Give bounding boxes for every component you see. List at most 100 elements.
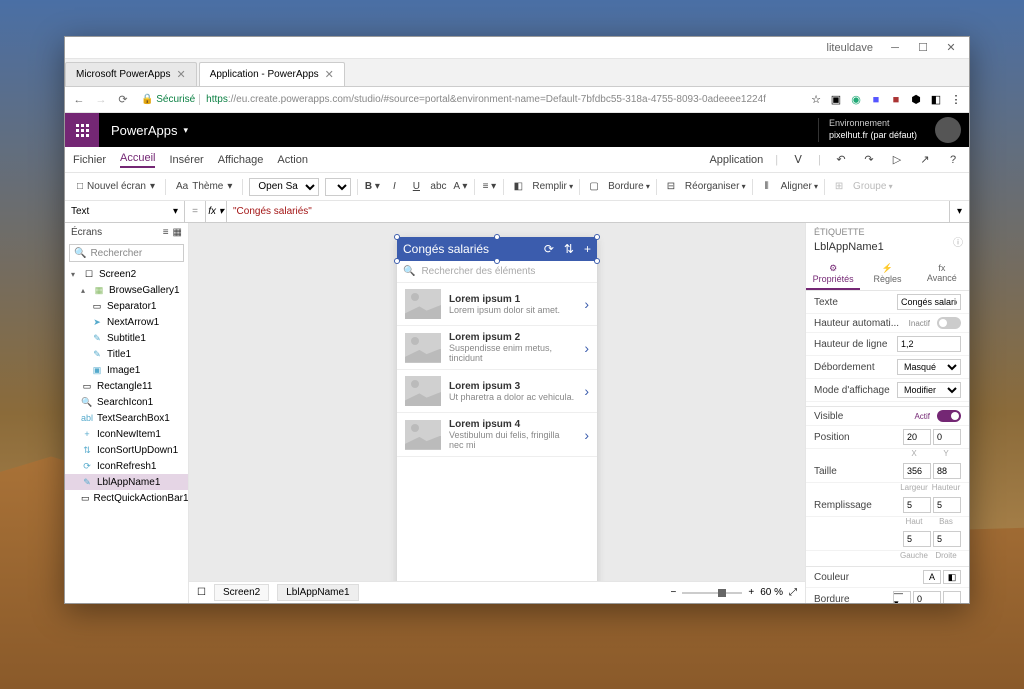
user-avatar[interactable] xyxy=(935,117,961,143)
ext-icon[interactable]: ◉ xyxy=(849,93,863,107)
border-width-input[interactable] xyxy=(913,591,941,603)
fontsize-select[interactable]: 27 xyxy=(325,178,351,196)
tab-properties[interactable]: ⚙Propriétés xyxy=(806,259,860,290)
pad-bottom-input[interactable] xyxy=(933,497,961,513)
tree-item[interactable]: ▭Separator1 xyxy=(65,298,188,314)
menu-icon[interactable]: ⋮ xyxy=(949,93,963,107)
tab-close-icon[interactable]: ✕ xyxy=(176,68,185,81)
fontcolor-swatch[interactable]: A xyxy=(923,570,941,584)
nav-reload-icon[interactable]: ⟳ xyxy=(115,93,131,106)
play-icon[interactable]: ▷ xyxy=(889,152,905,168)
tab-advanced[interactable]: fxAvancé xyxy=(915,259,969,290)
fx-icon[interactable]: fx ▾ xyxy=(205,201,227,222)
menu-insert[interactable]: Insérer xyxy=(169,154,203,166)
zoom-slider[interactable] xyxy=(682,592,742,594)
group-icon[interactable]: ⊞ xyxy=(831,181,847,192)
ext-icon[interactable]: ■ xyxy=(869,93,883,107)
new-screen-button[interactable]: □ Nouvel écran ▾ xyxy=(73,181,159,192)
chevron-right-icon[interactable]: › xyxy=(584,427,589,443)
tree-item[interactable]: ablTextSearchBox1 xyxy=(65,410,188,426)
zoom-out-icon[interactable]: − xyxy=(671,587,677,598)
pad-left-input[interactable] xyxy=(903,531,931,547)
list-item[interactable]: Lorem ipsum 1Lorem ipsum dolor sit amet.… xyxy=(397,283,597,326)
border-button[interactable]: Bordure xyxy=(608,181,650,192)
ext-icon[interactable]: ▣ xyxy=(829,93,843,107)
ext-icon[interactable]: ■ xyxy=(889,93,903,107)
tree-screen[interactable]: ▾☐Screen2 xyxy=(65,266,188,282)
app-launcher-icon[interactable] xyxy=(65,113,99,147)
bold-icon[interactable]: B ▾ xyxy=(364,181,380,192)
sort-icon[interactable]: ⇅ xyxy=(564,242,574,256)
tree-item[interactable]: ⇅IconSortUpDown1 xyxy=(65,442,188,458)
list-item[interactable]: Lorem ipsum 3Ut pharetra a dolor ac vehi… xyxy=(397,370,597,413)
breadcrumb-element[interactable]: LblAppName1 xyxy=(277,584,358,601)
fill-icon[interactable]: ◧ xyxy=(510,181,526,192)
help-icon[interactable]: ? xyxy=(945,152,961,168)
menu-view[interactable]: Affichage xyxy=(218,154,264,166)
reorder-button[interactable]: Réorganiser xyxy=(685,181,746,192)
app-title[interactable]: PowerApps▾ xyxy=(99,123,200,138)
ext-icon[interactable]: ⬢ xyxy=(909,93,923,107)
chevron-right-icon[interactable]: › xyxy=(584,296,589,312)
tree-item[interactable]: ➤NextArrow1 xyxy=(65,314,188,330)
list-item[interactable]: Lorem ipsum 2Suspendisse enim metus, tin… xyxy=(397,326,597,370)
zoom-in-icon[interactable]: + xyxy=(748,587,754,598)
list-item[interactable]: Lorem ipsum 4Vestibulum dui felis, fring… xyxy=(397,413,597,457)
fontcolor-icon[interactable]: A ▾ xyxy=(452,181,468,192)
window-close[interactable]: ✕ xyxy=(937,38,965,58)
fit-icon[interactable]: ⤢ xyxy=(789,587,797,598)
x-input[interactable] xyxy=(903,429,931,445)
undo-icon[interactable]: ↶ xyxy=(833,152,849,168)
lineheight-input[interactable] xyxy=(897,336,961,352)
refresh-icon[interactable]: ⟳ xyxy=(544,242,554,256)
redo-icon[interactable]: ↷ xyxy=(861,152,877,168)
fillcolor-swatch[interactable]: ◧ xyxy=(943,570,961,584)
height-input[interactable] xyxy=(933,463,961,479)
tree-item[interactable]: ✎Subtitle1 xyxy=(65,330,188,346)
italic-icon[interactable]: I xyxy=(386,181,402,192)
expand-formula-icon[interactable]: ▾ xyxy=(949,201,969,222)
menu-application[interactable]: Application xyxy=(709,154,763,166)
list-view-icon[interactable]: ≡ xyxy=(163,227,169,238)
align-icon[interactable]: ≡ ▾ xyxy=(481,181,497,192)
tree-item[interactable]: ▭Rectangle11 xyxy=(65,378,188,394)
url-field[interactable]: https://eu.create.powerapps.com/studio/#… xyxy=(206,94,803,105)
environment-picker[interactable]: Environnement pixelhut.fr (par défaut) xyxy=(818,118,927,141)
y-input[interactable] xyxy=(933,429,961,445)
underline-icon[interactable]: U xyxy=(408,181,424,192)
overflow-select[interactable]: Masqué xyxy=(897,359,961,375)
tree-search[interactable]: 🔍 Rechercher xyxy=(69,244,184,262)
border-style[interactable]: — ▾ xyxy=(893,591,911,603)
align-button[interactable]: Aligner xyxy=(781,181,818,192)
browser-tab-active[interactable]: Application - PowerApps ✕ xyxy=(199,62,345,86)
fill-button[interactable]: Remplir xyxy=(532,181,573,192)
menu-action[interactable]: Action xyxy=(277,154,308,166)
visible-toggle[interactable] xyxy=(937,410,961,422)
theme-button[interactable]: Aa Thème ▾ xyxy=(172,181,236,192)
share-icon[interactable]: ᐯ xyxy=(790,152,806,168)
width-input[interactable] xyxy=(903,463,931,479)
browser-tab[interactable]: Microsoft PowerApps ✕ xyxy=(65,62,197,86)
border-icon[interactable]: ▢ xyxy=(586,181,602,192)
window-maximize[interactable]: ☐ xyxy=(909,38,937,58)
text-input[interactable] xyxy=(897,294,961,310)
display-select[interactable]: Modifier xyxy=(897,382,961,398)
tree-item-selected[interactable]: ✎LblAppName1 xyxy=(65,474,188,490)
tree-item[interactable]: ⟳IconRefresh1 xyxy=(65,458,188,474)
tree-gallery[interactable]: ▴▦BrowseGallery1 xyxy=(65,282,188,298)
publish-icon[interactable]: ↗ xyxy=(917,152,933,168)
align-obj-icon[interactable]: ⫴ xyxy=(759,181,775,192)
ext-icon[interactable]: ◧ xyxy=(929,93,943,107)
app-header-bar[interactable]: Congés salariés ⟳ ⇅ + xyxy=(397,237,597,261)
border-color-swatch[interactable] xyxy=(943,591,961,603)
canvas[interactable]: Congés salariés ⟳ ⇅ + 🔍 Rechercher des é… xyxy=(189,223,805,603)
chevron-right-icon[interactable]: › xyxy=(584,383,589,399)
menu-file[interactable]: Fichier xyxy=(73,154,106,166)
autoheight-toggle[interactable] xyxy=(937,317,961,329)
strike-icon[interactable]: abc xyxy=(430,181,446,192)
tree-item[interactable]: 🔍SearchIcon1 xyxy=(65,394,188,410)
tab-rules[interactable]: ⚡Règles xyxy=(860,259,914,290)
tree-item[interactable]: ▭RectQuickActionBar1 xyxy=(65,490,188,506)
window-minimize[interactable]: ─ xyxy=(881,38,909,58)
thumb-view-icon[interactable]: ▦ xyxy=(173,227,182,238)
